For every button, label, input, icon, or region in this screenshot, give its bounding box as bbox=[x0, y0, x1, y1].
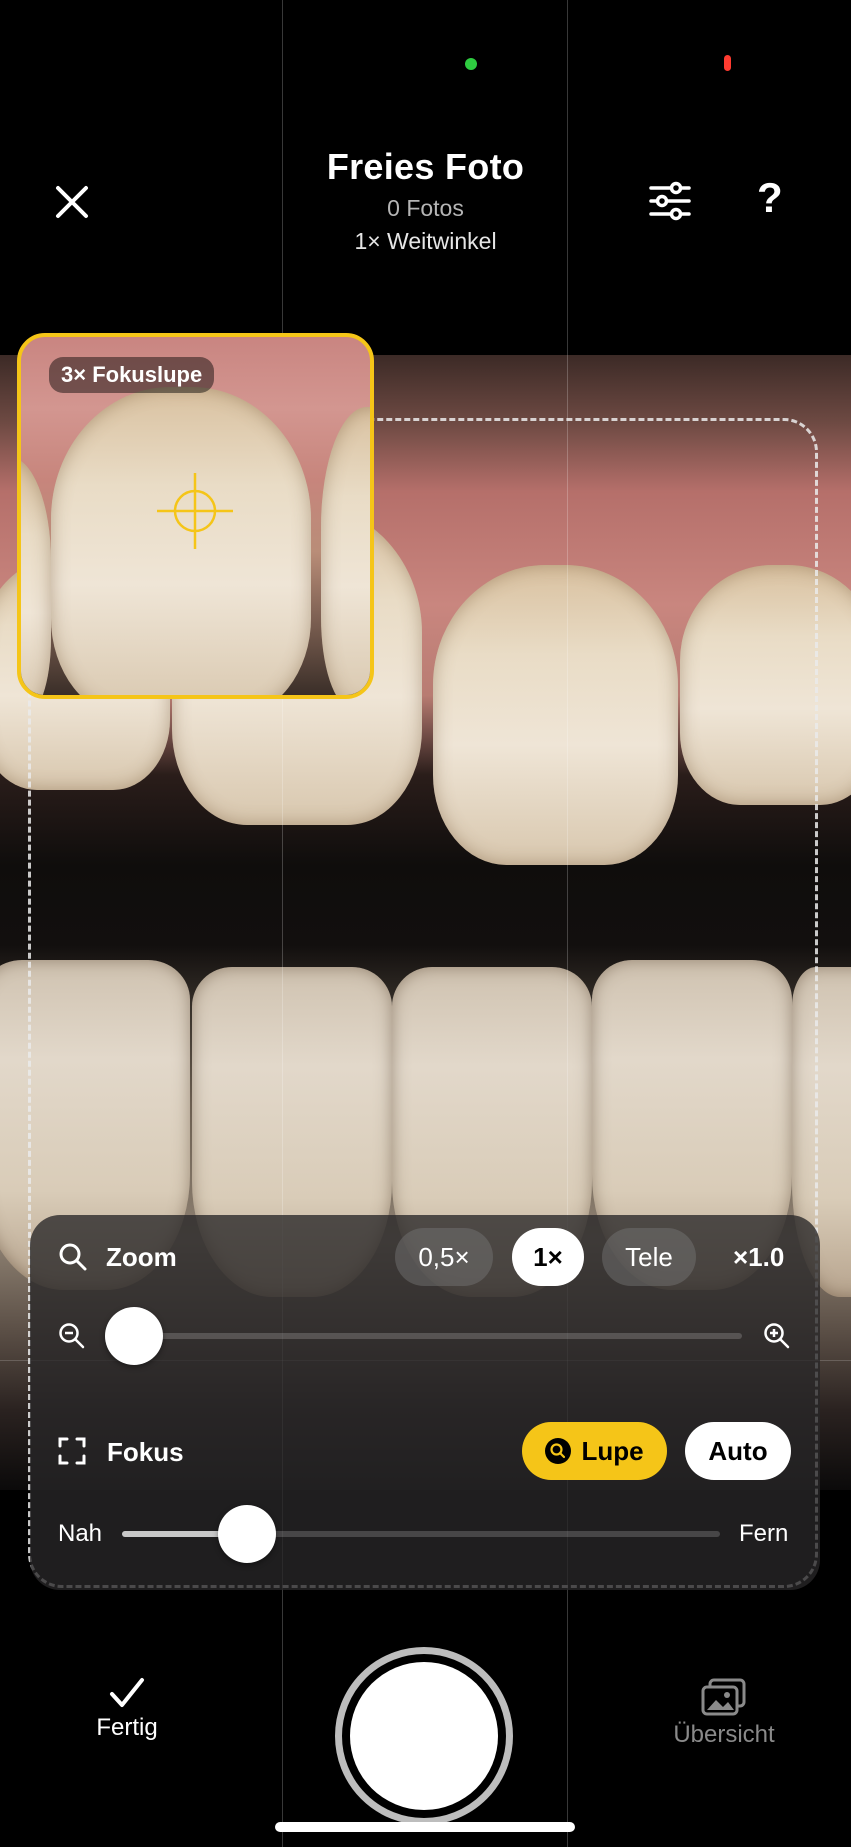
loupe-label: 3× Fokuslupe bbox=[49, 357, 215, 393]
page-title: Freies Foto bbox=[326, 146, 525, 187]
settings-button[interactable] bbox=[648, 181, 692, 221]
shutter-button[interactable] bbox=[350, 1662, 498, 1810]
zoom-slider-thumb[interactable] bbox=[105, 1307, 163, 1365]
done-button[interactable]: Fertig bbox=[86, 1676, 168, 1742]
loupe-tooth bbox=[321, 407, 370, 695]
focus-loupe-label: Lupe bbox=[581, 1435, 644, 1466]
focus-loupe-button[interactable]: Lupe bbox=[522, 1422, 667, 1480]
photo-count: 0 Fotos bbox=[387, 195, 464, 221]
zoom-label: Zoom bbox=[106, 1242, 177, 1272]
zoom-slider-track[interactable] bbox=[110, 1333, 742, 1339]
focus-near-label: Nah bbox=[58, 1520, 103, 1547]
camera-control-panel: Zoom 0,5× 1× Tele ×1.0 Fokus Lupe Auto N… bbox=[30, 1215, 820, 1590]
zoom-in-icon[interactable] bbox=[763, 1322, 791, 1350]
zoom-option-1x[interactable]: 1× bbox=[512, 1228, 584, 1286]
zoom-option-0-5x[interactable]: 0,5× bbox=[395, 1228, 493, 1286]
zoom-out-icon[interactable] bbox=[58, 1322, 86, 1350]
help-button[interactable]: ? bbox=[757, 174, 783, 222]
magnifier-icon bbox=[545, 1438, 572, 1464]
focus-far-label: Fern bbox=[739, 1520, 789, 1547]
focus-auto-button[interactable]: Auto bbox=[685, 1422, 791, 1480]
overview-label: Übersicht bbox=[673, 1721, 775, 1748]
done-label: Fertig bbox=[96, 1714, 158, 1741]
focus-frame-icon bbox=[58, 1437, 86, 1465]
search-icon bbox=[59, 1243, 87, 1271]
overview-button[interactable]: Übersicht bbox=[660, 1677, 788, 1749]
focus-label: Fokus bbox=[107, 1437, 184, 1467]
zoom-factor: ×1.0 bbox=[733, 1242, 785, 1272]
crosshair-icon bbox=[157, 473, 233, 549]
microphone-active-indicator bbox=[724, 55, 731, 71]
sliders-icon bbox=[649, 181, 691, 221]
photo-gallery-icon bbox=[701, 1678, 746, 1716]
zoom-option-tele[interactable]: Tele bbox=[602, 1228, 696, 1286]
focus-slider-thumb[interactable] bbox=[218, 1505, 276, 1563]
focus-loupe[interactable]: 3× Fokuslupe bbox=[17, 333, 374, 699]
loupe-tooth bbox=[21, 457, 51, 695]
lens-label: 1× Weitwinkel bbox=[354, 228, 497, 254]
checkmark-icon bbox=[110, 1678, 144, 1707]
home-indicator bbox=[275, 1822, 575, 1832]
camera-active-indicator bbox=[465, 58, 477, 70]
